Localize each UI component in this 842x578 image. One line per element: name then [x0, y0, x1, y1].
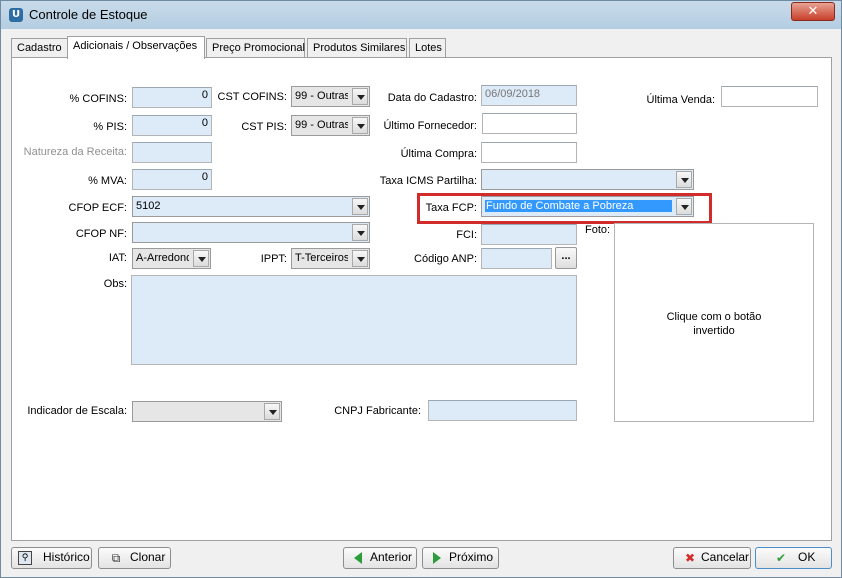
- clonar-button[interactable]: ⧉ Clonar: [98, 547, 171, 569]
- clone-icon: ⧉: [111, 551, 121, 565]
- mva-input[interactable]: 0: [132, 169, 212, 190]
- fci-label: FCI:: [456, 229, 477, 241]
- x-icon: ✖: [684, 551, 696, 565]
- app-icon: U: [9, 8, 23, 22]
- cfop-ecf-value: 5102: [136, 200, 161, 212]
- ultimo-fornecedor-label: Último Fornecedor:: [383, 120, 477, 132]
- indicador-escala-label: Indicador de Escala:: [27, 405, 127, 417]
- chevron-down-icon[interactable]: [264, 403, 280, 420]
- iat-value: A-Arredondamento: [136, 252, 189, 264]
- cst-cofins-select[interactable]: 99 - Outras: [291, 86, 370, 107]
- tab-produtos-similares[interactable]: Produtos Similares: [307, 38, 407, 58]
- fci-input[interactable]: [481, 224, 577, 245]
- ok-button[interactable]: ✔ OK: [755, 547, 832, 569]
- close-button[interactable]: ✕: [791, 2, 835, 21]
- magnifier-icon: ⚲: [18, 551, 32, 565]
- iat-select[interactable]: A-Arredondamento: [132, 248, 211, 269]
- arrow-left-icon: [354, 552, 362, 564]
- tab-adicionais[interactable]: Adicionais / Observações: [67, 36, 205, 59]
- data-cadastro-input: 06/09/2018: [481, 85, 577, 106]
- pis-label: % PIS:: [93, 121, 127, 133]
- mva-label: % MVA:: [88, 175, 127, 187]
- indicador-escala-select[interactable]: [132, 401, 282, 422]
- clonar-label: Clonar: [130, 550, 166, 564]
- chevron-down-icon[interactable]: [676, 171, 692, 188]
- proximo-button[interactable]: Próximo: [422, 547, 499, 569]
- ultima-compra-label: Última Compra:: [400, 148, 477, 160]
- taxa-fcp-label: Taxa FCP:: [425, 202, 477, 214]
- ultimo-fornecedor-input[interactable]: [482, 113, 577, 134]
- arrow-right-icon: [433, 552, 441, 564]
- codigo-anp-label: Código ANP:: [414, 253, 477, 265]
- cancelar-button[interactable]: ✖ Cancelar: [673, 547, 751, 569]
- cst-cofins-label: CST COFINS:: [217, 91, 287, 103]
- iat-label: IAT:: [108, 252, 127, 264]
- cfop-ecf-label: CFOP ECF:: [68, 202, 127, 214]
- taxa-fcp-value: Fundo de Combate a Pobreza: [485, 200, 672, 212]
- cnpj-fabricante-label: CNPJ Fabricante:: [334, 405, 421, 417]
- chevron-down-icon[interactable]: [352, 117, 368, 134]
- photo-box[interactable]: Clique com o botão invertido: [614, 223, 814, 422]
- title-bar: U Controle de Estoque ✕: [1, 1, 841, 29]
- tab-cadastro[interactable]: Cadastro: [11, 38, 68, 58]
- data-cadastro-label: Data do Cadastro:: [387, 92, 477, 104]
- ippt-label: IPPT:: [260, 253, 287, 265]
- ultima-venda-label: Última Venda:: [646, 94, 715, 106]
- photo-hint: Clique com o botão invertido: [666, 311, 762, 337]
- ultima-venda-input[interactable]: [721, 86, 818, 107]
- tab-preco-promocional[interactable]: Preço Promocional: [206, 38, 305, 58]
- cnpj-fabricante-input[interactable]: [428, 400, 577, 421]
- natureza-label: Natureza da Receita:: [23, 146, 127, 158]
- cfop-ecf-select[interactable]: 5102: [132, 196, 370, 217]
- pis-input[interactable]: 0: [132, 115, 212, 136]
- cfop-nf-select[interactable]: [132, 222, 370, 243]
- foto-label: Foto:: [585, 224, 611, 236]
- chevron-down-icon[interactable]: [193, 250, 209, 267]
- cofins-label: % COFINS:: [69, 93, 127, 105]
- cofins-input[interactable]: 0: [132, 87, 212, 108]
- chevron-down-icon[interactable]: [352, 198, 368, 215]
- cst-pis-select[interactable]: 99 - Outras: [291, 115, 370, 136]
- codigo-anp-input[interactable]: [481, 248, 552, 269]
- chevron-down-icon[interactable]: [352, 88, 368, 105]
- anterior-button[interactable]: Anterior: [343, 547, 417, 569]
- window-title: Controle de Estoque: [29, 7, 148, 22]
- chevron-down-icon[interactable]: [352, 250, 368, 267]
- check-icon: ✔: [775, 551, 787, 565]
- anterior-label: Anterior: [370, 550, 413, 564]
- codigo-anp-lookup-button[interactable]: ...: [555, 247, 577, 269]
- taxa-icms-select[interactable]: [481, 169, 694, 190]
- ultima-compra-input[interactable]: [481, 142, 577, 163]
- ippt-select[interactable]: T-Terceiros: [291, 248, 370, 269]
- taxa-icms-label: Taxa ICMS Partilha:: [379, 175, 477, 187]
- main-window: U Controle de Estoque ✕ Cadastro Adicion…: [0, 0, 842, 578]
- cfop-nf-label: CFOP NF:: [75, 228, 127, 240]
- historico-button[interactable]: ⚲ Histórico: [11, 547, 92, 569]
- cst-pis-label: CST PIS:: [241, 121, 287, 133]
- proximo-label: Próximo: [449, 550, 494, 564]
- historico-label: Histórico: [43, 550, 90, 564]
- cst-pis-value: 99 - Outras: [295, 119, 348, 131]
- taxa-fcp-select[interactable]: Fundo de Combate a Pobreza: [481, 196, 694, 217]
- obs-label: Obs:: [103, 278, 127, 290]
- cst-cofins-value: 99 - Outras: [295, 90, 348, 102]
- natureza-input[interactable]: [132, 142, 212, 163]
- chevron-down-icon[interactable]: [676, 198, 692, 215]
- chevron-down-icon[interactable]: [352, 224, 368, 241]
- cancelar-label: Cancelar: [701, 550, 750, 564]
- ippt-value: T-Terceiros: [295, 252, 348, 264]
- obs-textarea[interactable]: [131, 275, 577, 365]
- tab-lotes[interactable]: Lotes: [409, 38, 446, 58]
